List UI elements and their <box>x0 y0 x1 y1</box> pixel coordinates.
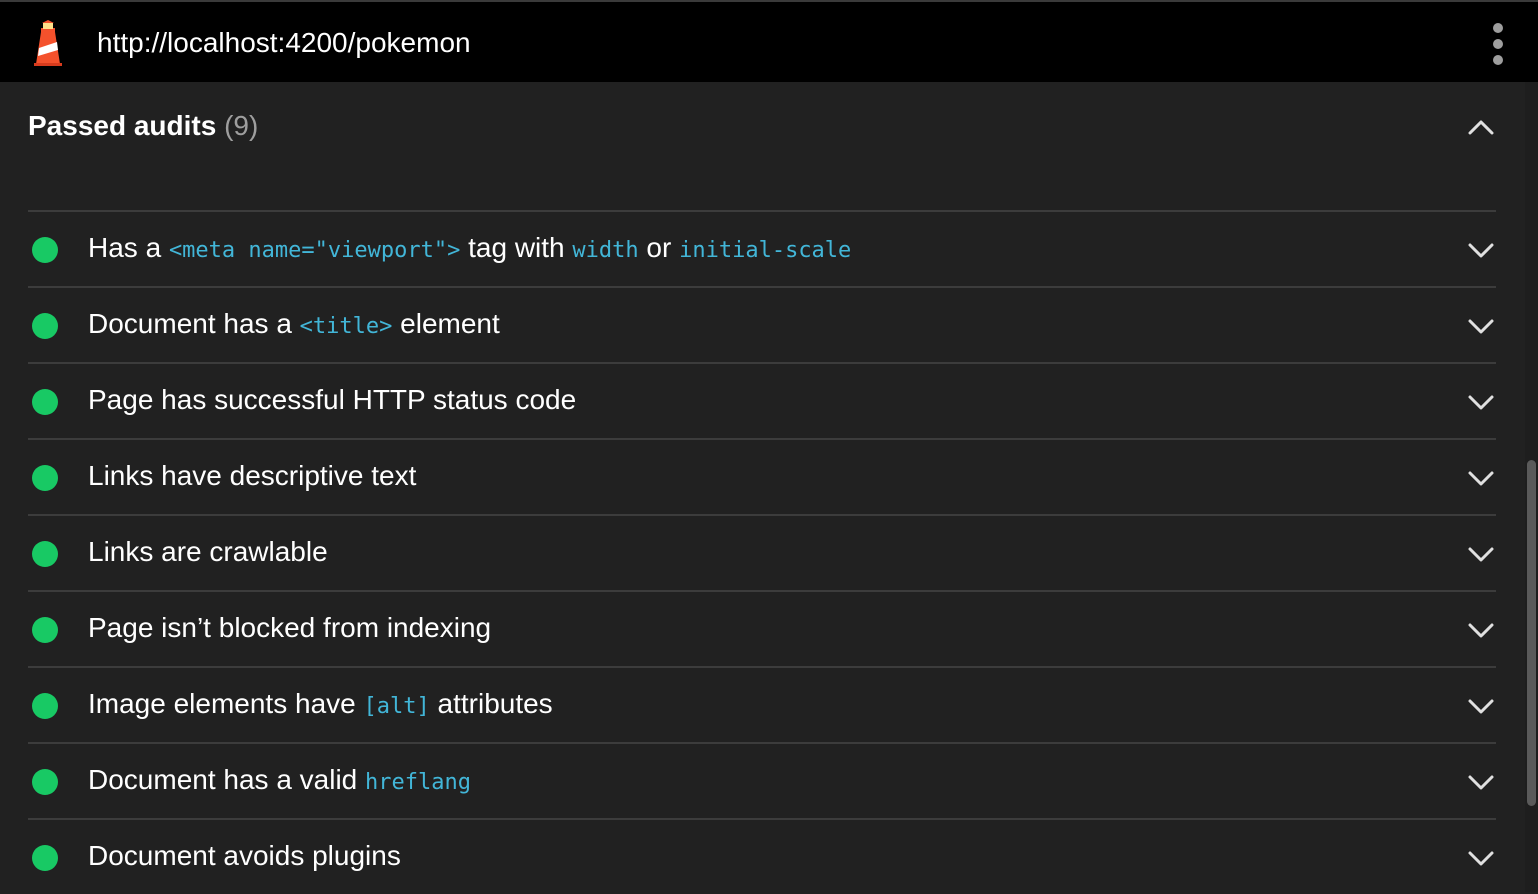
audit-title: Page isn’t blocked from indexing <box>88 612 492 643</box>
audit-row-http-status-code[interactable]: Page has successful HTTP status code <box>28 362 1496 438</box>
audit-row-hreflang[interactable]: Document has a valid hreflang <box>28 742 1496 818</box>
passed-audits-count: (9) <box>224 110 259 141</box>
passed-audits-title: Passed audits (9) <box>28 109 258 143</box>
lighthouse-icon <box>34 20 62 66</box>
chevron-down-icon[interactable] <box>1465 538 1497 570</box>
audit-title: Has a <meta name="viewport"> tag with wi… <box>88 232 852 263</box>
pass-status-icon <box>32 617 58 643</box>
scrollbar-thumb[interactable] <box>1527 460 1536 806</box>
audit-row-crawlable-links[interactable]: Links are crawlable <box>28 514 1496 590</box>
audit-title: Image elements have [alt] attributes <box>88 688 553 719</box>
audit-title: Document has a <title> element <box>88 308 500 339</box>
chevron-down-icon[interactable] <box>1465 614 1497 646</box>
report-topbar: http://localhost:4200/pokemon <box>0 0 1538 82</box>
section-title-text: Passed audits <box>28 110 217 141</box>
audit-title: Links have descriptive text <box>88 460 417 491</box>
audit-row-image-alt[interactable]: Image elements have [alt] attributes <box>28 666 1496 742</box>
audit-row-is-crawlable[interactable]: Page isn’t blocked from indexing <box>28 590 1496 666</box>
chevron-down-icon[interactable] <box>1465 690 1497 722</box>
chevron-down-icon[interactable] <box>1465 766 1497 798</box>
pass-status-icon <box>32 769 58 795</box>
audit-row-document-title[interactable]: Document has a <title> element <box>28 286 1496 362</box>
audit-row-plugins[interactable]: Document avoids plugins <box>28 818 1496 894</box>
chevron-down-icon[interactable] <box>1465 310 1497 342</box>
pass-status-icon <box>32 313 58 339</box>
audit-title: Links are crawlable <box>88 536 328 567</box>
pass-status-icon <box>32 541 58 567</box>
chevron-down-icon[interactable] <box>1465 462 1497 494</box>
audit-list: Has a <meta name="viewport"> tag with wi… <box>28 210 1496 894</box>
kebab-menu-icon[interactable] <box>1484 20 1512 68</box>
audit-title: Document avoids plugins <box>88 840 401 871</box>
scrollbar[interactable] <box>1525 82 1538 892</box>
passed-audits-header[interactable]: Passed audits (9) <box>0 82 1525 172</box>
chevron-down-icon[interactable] <box>1465 234 1497 266</box>
pass-status-icon <box>32 389 58 415</box>
pass-status-icon <box>32 693 58 719</box>
chevron-up-icon[interactable] <box>1465 112 1497 144</box>
report-url: http://localhost:4200/pokemon <box>97 27 471 58</box>
audit-row-link-text[interactable]: Links have descriptive text <box>28 438 1496 514</box>
chevron-down-icon[interactable] <box>1465 842 1497 874</box>
pass-status-icon <box>32 465 58 491</box>
audit-row-viewport[interactable]: Has a <meta name="viewport"> tag with wi… <box>28 210 1496 286</box>
pass-status-icon <box>32 237 58 263</box>
audit-title: Document has a valid hreflang <box>88 764 472 795</box>
chevron-down-icon[interactable] <box>1465 386 1497 418</box>
pass-status-icon <box>32 845 58 871</box>
audit-title: Page has successful HTTP status code <box>88 384 577 415</box>
